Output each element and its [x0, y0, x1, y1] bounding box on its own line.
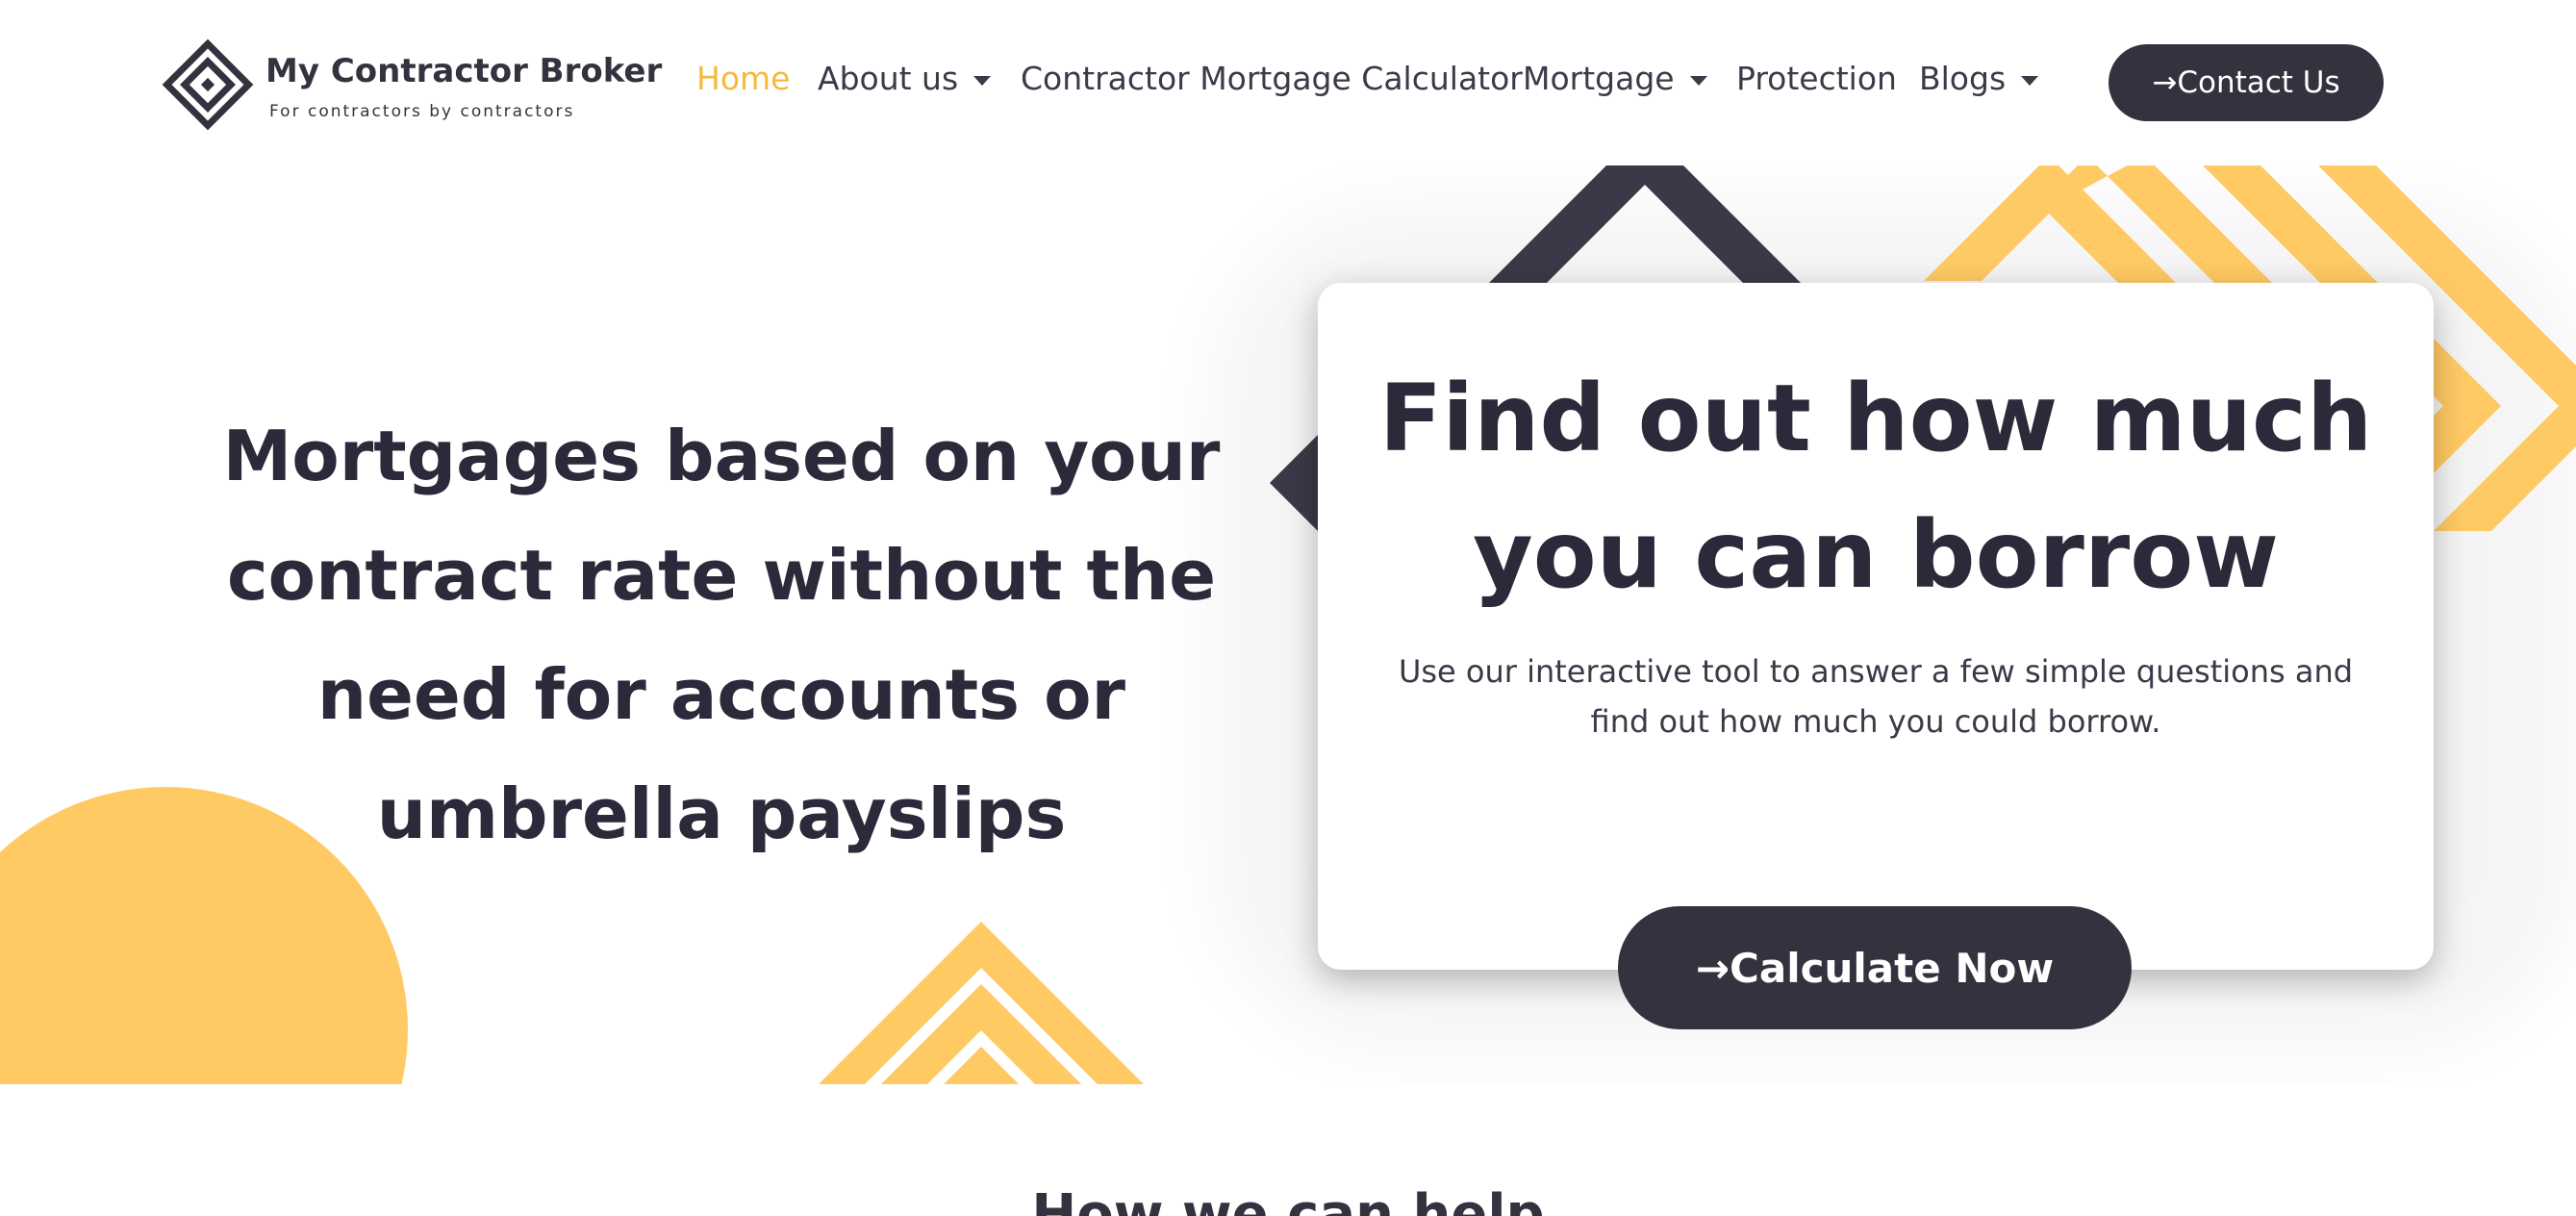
nav-item-protection[interactable]: Protection [1736, 60, 1897, 97]
caret-down-icon [973, 75, 992, 86]
site-logo[interactable]: My Contractor Broker For contractors by … [162, 38, 662, 135]
nav-item-label: Protection [1736, 60, 1897, 97]
yellow-nested-chevron [818, 921, 1145, 1084]
nav-item-blogs[interactable]: Blogs [1919, 60, 2039, 97]
borrow-calculator-card: Find out how much you can borrow Use our… [1318, 283, 2434, 1029]
nav-item-label: Mortgage [1523, 60, 1675, 97]
nav-item-label: Blogs [1919, 60, 2007, 97]
logo-tagline: For contractors by contractors [269, 102, 575, 121]
card-title-line: Find out how much [1378, 365, 2373, 472]
card-description: Use our interactive tool to answer a few… [1385, 646, 2366, 747]
nav-item-mortgage[interactable]: Mortgage [1523, 60, 1707, 97]
calculate-now-button[interactable]: →Calculate Now [1618, 906, 2132, 1029]
hero-heading-line: umbrella payslips [376, 773, 1067, 854]
nav-item-label: Home [696, 60, 791, 97]
caret-down-icon [1689, 75, 1707, 86]
nav-item-home[interactable]: Home [696, 60, 790, 97]
hero-heading-line: need for accounts or [316, 654, 1126, 735]
nav-item-label: Contractor Mortgage Calculator [1021, 60, 1523, 97]
logo-name: My Contractor Broker [265, 52, 663, 90]
card-title-line: you can borrow [1473, 501, 2279, 609]
hero-section: Mortgages based on your contract rate wi… [0, 165, 2576, 1084]
card-description-line: Use our interactive tool to answer a few… [1398, 653, 2354, 690]
site-header: My Contractor Broker For contractors by … [0, 0, 2576, 165]
contact-us-button[interactable]: →Contact Us [2109, 44, 2384, 121]
card-description-line: find out how much you could borrow. [1590, 703, 2161, 740]
card-title: Find out how much you can borrow [1318, 350, 2434, 623]
diamond-logo-icon [162, 38, 254, 131]
hero-heading-line: contract rate without the [226, 535, 1217, 616]
hero-heading: Mortgages based on your contract rate wi… [173, 396, 1270, 874]
hero-heading-line: Mortgages based on your [222, 416, 1221, 496]
caret-down-icon [2021, 75, 2039, 86]
nav-item-mortgage-calculator[interactable]: Contractor Mortgage Calculator [1021, 60, 1523, 97]
nav-item-about-us[interactable]: About us [818, 60, 992, 97]
nav-item-label: About us [818, 60, 959, 97]
section-title-how-we-can-help: How we can help [1031, 1183, 1545, 1216]
